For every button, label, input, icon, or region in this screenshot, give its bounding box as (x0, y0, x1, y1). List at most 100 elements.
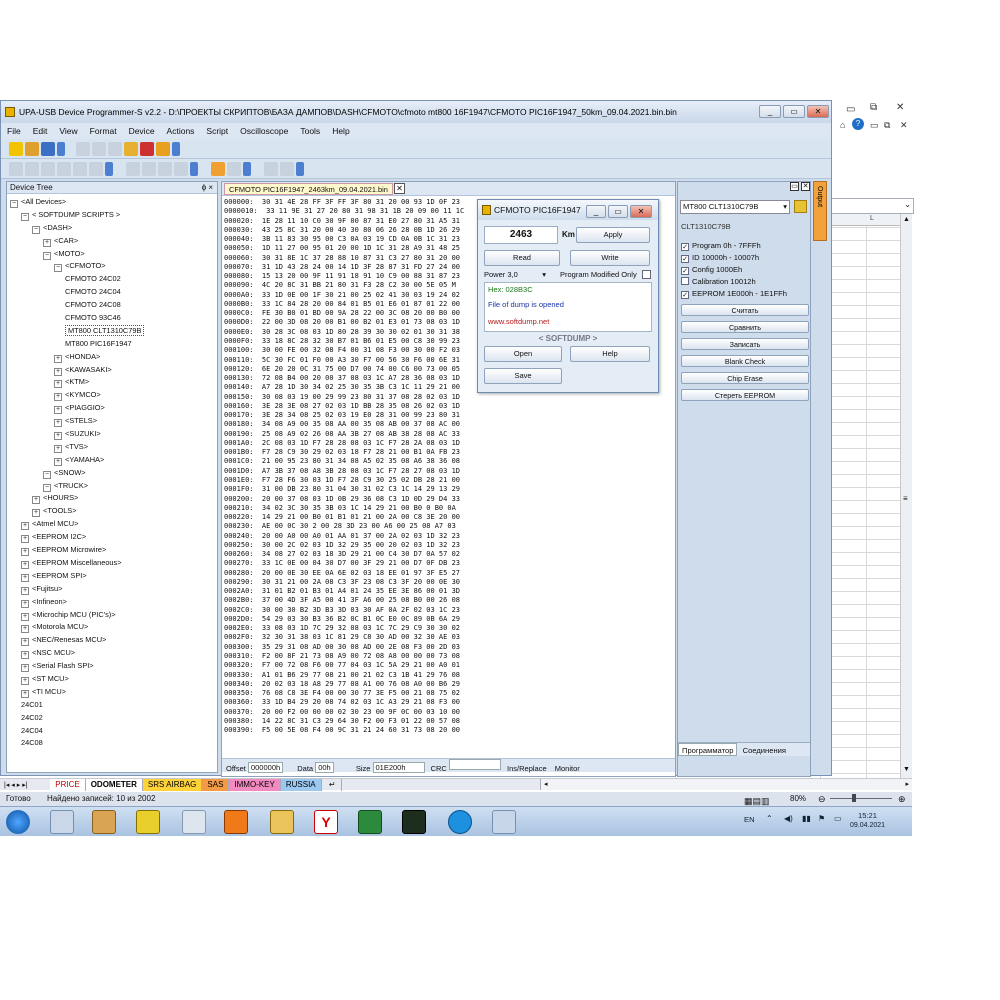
option-checkbox[interactable] (681, 277, 689, 285)
collapse-icon[interactable]: − (43, 483, 51, 492)
hex-row[interactable]: 0002C0: 30 00 30 B2 3D B3 3D 03 30 AF 0A… (224, 606, 674, 615)
menu-actions[interactable]: Actions (161, 126, 201, 136)
hex-row[interactable]: 000170: 3E 28 34 08 25 02 03 19 E0 28 31… (224, 411, 674, 420)
device-select[interactable]: MT800 CLT1310C79B ▾ (680, 200, 790, 214)
tree-node[interactable]: CFMOTO 24C04 (7, 286, 217, 299)
archive-icon[interactable] (92, 810, 116, 834)
collapse-icon[interactable]: − (10, 200, 18, 208)
tree-node[interactable]: + <KTM> (7, 376, 217, 389)
zoom-slider[interactable] (830, 798, 892, 799)
horizontal-scrollbar[interactable]: ◂ ▸ (540, 779, 912, 790)
hex-row[interactable]: 0001F0: 31 00 DB 23 80 31 04 30 31 02 C3… (224, 485, 674, 494)
minimize-button[interactable]: _ (759, 105, 781, 118)
start-button-icon[interactable] (6, 810, 30, 834)
hex-row[interactable]: 000340: 20 02 03 18 A8 29 77 08 A1 00 76… (224, 680, 674, 689)
hex-row[interactable]: 0002F0: 32 30 31 38 03 1C 81 29 C8 30 AD… (224, 633, 674, 642)
expand-icon[interactable]: + (32, 509, 40, 518)
tree-node[interactable]: CFMOTO 24C02 (7, 273, 217, 286)
scroll-down-icon[interactable]: ▼ (903, 766, 910, 773)
tree-node[interactable]: − <All Devices> (7, 196, 217, 209)
expand-icon[interactable]: + (21, 548, 29, 557)
hex-row[interactable]: 000370: 20 00 F2 00 00 00 02 30 23 00 9F… (224, 708, 674, 717)
dialog-maximize-button[interactable]: ▭ (608, 205, 628, 218)
expand-icon[interactable]: + (21, 535, 29, 544)
expand-icon[interactable]: + (54, 432, 62, 441)
redo-icon[interactable] (25, 162, 39, 176)
chevron-down-icon[interactable]: ⌄ (904, 200, 911, 209)
zoom-in-icon[interactable]: ⊕ (898, 792, 906, 806)
tree-node[interactable]: − <DASH> (7, 222, 217, 235)
option-row[interactable]: ✓ EEPROM 1E000h - 1E1FFh (681, 288, 809, 300)
website-link[interactable]: www.softdump.net (488, 317, 648, 326)
tree-node[interactable]: + <Microchip MCU (PIC's)> (7, 609, 217, 622)
sheet-tab-srs-airbag[interactable]: SRS AIRBAG (142, 779, 203, 791)
option-row[interactable]: Calibration 10012h (681, 276, 809, 288)
expand-icon[interactable]: + (54, 380, 62, 389)
hex-row[interactable]: 000210: 34 02 3C 30 35 3B 03 1C 14 29 21… (224, 504, 674, 513)
option-checkbox[interactable]: ✓ (681, 243, 689, 251)
hex-row[interactable]: 0002B0: 37 00 4D 3F A5 00 41 3F A6 00 25… (224, 596, 674, 605)
new-sheet-icon[interactable]: ↵ (324, 779, 342, 791)
data-field[interactable]: 00h (315, 762, 334, 773)
network-icon[interactable]: ▮▮ (802, 814, 811, 823)
hex-row[interactable]: 000240: 20 00 A0 00 A0 01 AA 01 37 00 2A… (224, 532, 674, 541)
paste-icon[interactable] (108, 142, 122, 156)
sheet-tab-odometer[interactable]: ODOMETER (85, 779, 143, 791)
document-icon[interactable] (182, 810, 206, 834)
yandex-browser-icon[interactable]: Y (314, 810, 338, 834)
scroll-up-icon[interactable]: ▲ (903, 216, 910, 223)
program-modified-checkbox[interactable] (642, 270, 651, 279)
hex-row[interactable]: 000270: 33 1C 0E 00 04 30 D7 00 3F 29 21… (224, 559, 674, 568)
menu-view[interactable]: View (53, 126, 83, 136)
hex-row[interactable]: 000300: 35 29 31 08 AD 00 30 08 AD 00 2E… (224, 643, 674, 652)
vertical-scrollbar[interactable]: ▲ ≡ ▼ (900, 214, 912, 780)
format-icon[interactable] (126, 162, 140, 176)
tree-node[interactable]: + <KAWASAKI> (7, 364, 217, 377)
tools-icon[interactable] (156, 142, 170, 156)
hex-row[interactable]: 0002A0: 31 01 B2 01 B3 01 A4 01 24 35 EE… (224, 587, 674, 596)
zoom-slider-thumb[interactable] (852, 794, 856, 802)
hex-row[interactable]: 0001B0: F7 28 C9 30 29 02 03 18 F7 28 21… (224, 448, 674, 457)
hex-row[interactable]: 000260: 34 08 27 02 03 18 3D 29 21 00 C4… (224, 550, 674, 559)
dropdown-icon[interactable] (243, 162, 251, 176)
menu-script[interactable]: Script (200, 126, 234, 136)
hex-row[interactable]: 000230: AE 00 0C 30 2 00 28 3D 23 00 A6 … (224, 522, 674, 531)
hex-row[interactable]: 000380: 14 22 8C 31 C3 29 64 30 F2 00 F3… (224, 717, 674, 726)
tree-node[interactable]: + <EEPROM Microwire> (7, 544, 217, 557)
dropdown-icon[interactable] (105, 162, 113, 176)
tree-node[interactable]: + <EEPROM SPI> (7, 570, 217, 583)
output-tab[interactable]: Output (813, 181, 827, 241)
hex-row[interactable]: 0001C0: 21 00 95 23 80 31 34 08 A5 02 35… (224, 457, 674, 466)
zoom-icon[interactable] (227, 162, 241, 176)
expand-icon[interactable]: + (21, 651, 29, 660)
bookmark-icon[interactable] (89, 162, 103, 176)
spreadsheet-grid[interactable] (820, 214, 912, 780)
chip-tool-icon[interactable] (402, 810, 426, 834)
expand-icon[interactable]: + (21, 676, 29, 685)
programmer-app-icon[interactable] (136, 810, 160, 834)
zoom-out-icon[interactable]: ⊖ (818, 792, 826, 806)
hex-row[interactable]: 000290: 30 31 21 00 2A 08 C3 3F 23 08 C3… (224, 578, 674, 587)
hex-row[interactable]: 000320: F7 00 72 08 F6 00 77 04 03 1C 5A… (224, 661, 674, 670)
hex-row[interactable]: 000200: 20 00 37 08 03 1D 0B 29 36 08 C3… (224, 495, 674, 504)
tree-node[interactable]: + <TVS> (7, 441, 217, 454)
tree-node[interactable]: − < SOFTDUMP SCRIPTS > (7, 209, 217, 222)
tree-node[interactable]: + <SUZUKI> (7, 428, 217, 441)
tray-expand-icon[interactable]: ⌃ (766, 814, 773, 823)
hex-row[interactable]: 000280: 20 00 0E 30 EE 0A 6E 02 03 18 EE… (224, 569, 674, 578)
tree-node[interactable]: 24C08 (7, 737, 217, 750)
scroll-left-icon[interactable]: ◂ (544, 779, 548, 791)
expand-icon[interactable]: + (21, 612, 29, 621)
expand-icon[interactable]: + (32, 496, 40, 505)
expand-icon[interactable]: + (54, 444, 62, 453)
hex-row[interactable]: 000190: 25 08 A9 02 26 08 AA 3B 27 08 AB… (224, 430, 674, 439)
flag-icon[interactable]: ⚑ (818, 814, 825, 823)
hex-row[interactable]: 000180: 34 08 A9 00 35 08 AA 00 35 08 AB… (224, 420, 674, 429)
tree-node[interactable]: + <Motorola MCU> (7, 621, 217, 634)
close-icon[interactable]: ✕ (896, 102, 904, 113)
hex-row[interactable]: 0001E0: F7 28 F6 30 03 1D F7 28 C9 30 25… (224, 476, 674, 485)
hex-row[interactable]: 0002E0: 33 08 03 1D 7C 29 32 08 03 1C 7C… (224, 624, 674, 633)
dialog-close-button[interactable]: ✕ (630, 205, 652, 218)
collapse-icon[interactable]: − (32, 225, 40, 234)
pin-close-icon[interactable]: ɸ × (202, 182, 213, 194)
